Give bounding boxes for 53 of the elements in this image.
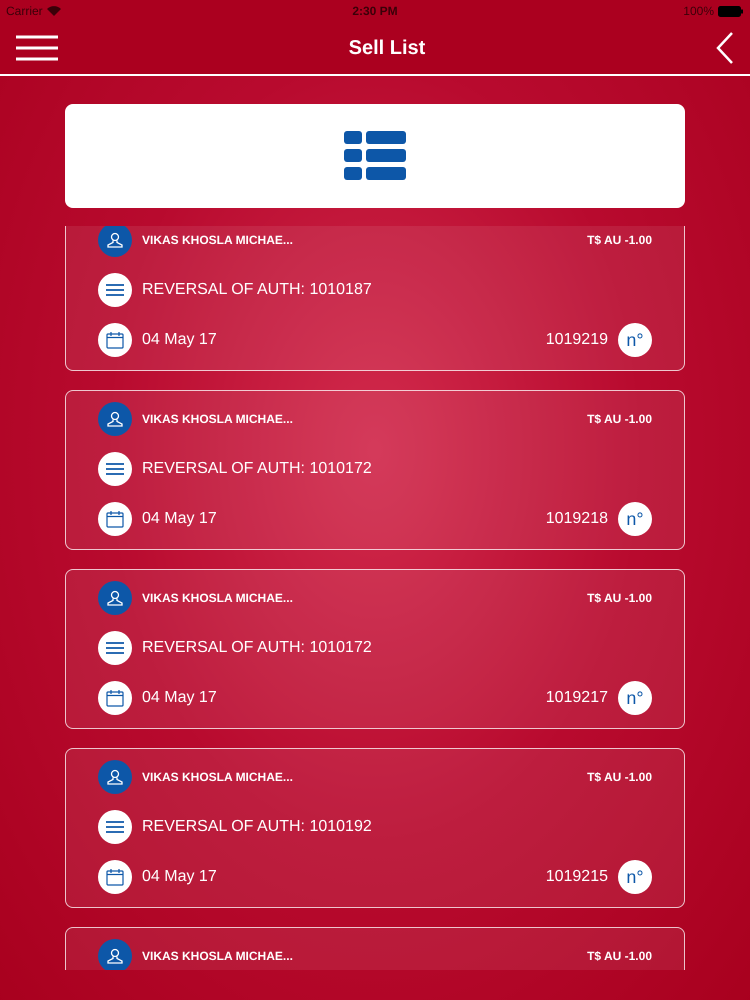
reference-number: 1019217 [546, 689, 608, 707]
description: REVERSAL OF AUTH: 1010192 [142, 818, 373, 836]
lines-icon [98, 631, 132, 665]
description: REVERSAL OF AUTH: 1010172 [142, 460, 373, 478]
lines-icon [98, 810, 132, 844]
carrier: Carrier [6, 4, 43, 18]
person-icon [98, 939, 132, 970]
amount: T$ AU -1.00 [587, 591, 652, 605]
lines-icon [98, 273, 132, 307]
calendar-icon [98, 681, 132, 715]
description: REVERSAL OF AUTH: 1010172 [142, 639, 373, 657]
page-title: Sell List [348, 36, 426, 60]
person-icon [98, 402, 132, 436]
person-icon [98, 226, 132, 257]
lines-icon [98, 452, 132, 486]
number-badge: n° [618, 681, 652, 715]
person-icon [98, 760, 132, 794]
date: 04 May 17 [142, 331, 218, 349]
back-icon[interactable] [716, 32, 734, 64]
number-badge: n° [618, 323, 652, 357]
date: 04 May 17 [142, 510, 218, 528]
description: REVERSAL OF AUTH: 1010187 [142, 281, 373, 299]
battery-level: 100% [683, 4, 714, 18]
transaction-card[interactable]: VIKAS KHOSLA MICHAE... T$ AU -1.00 REVERSAL OF AUTH: 1010172 04 May 17 1019218 n° [65, 390, 685, 550]
calendar-icon [98, 323, 132, 357]
number-badge: n° [618, 860, 652, 894]
customer-name: VIKAS KHOSLA MICHAE... [142, 412, 294, 426]
customer-name: VIKAS KHOSLA MICHAE... [142, 591, 294, 605]
person-icon [98, 581, 132, 615]
menu-icon[interactable] [16, 35, 58, 61]
calendar-icon [98, 860, 132, 894]
wifi-icon [46, 6, 61, 16]
date: 04 May 17 [142, 868, 218, 886]
date: 04 May 17 [142, 689, 218, 707]
reference-number: 1019219 [546, 331, 608, 349]
calendar-icon [98, 502, 132, 536]
amount: T$ AU -1.00 [587, 233, 652, 247]
transaction-card[interactable]: VIKAS KHOSLA MICHAE... T$ AU -1.00 [65, 927, 685, 970]
customer-name: VIKAS KHOSLA MICHAE... [142, 770, 294, 784]
reference-number: 1019215 [546, 868, 608, 886]
transaction-card[interactable]: VIKAS KHOSLA MICHAE... T$ AU -1.00 REVERSAL OF AUTH: 1010172 04 May 17 1019217 n° [65, 569, 685, 729]
number-badge: n° [618, 502, 652, 536]
battery-icon [718, 6, 744, 16]
customer-name: VIKAS KHOSLA MICHAE... [142, 233, 294, 247]
clock: 2:30 PM [351, 4, 399, 18]
transaction-card[interactable]: VIKAS KHOSLA MICHAE... T$ AU -1.00 REVERSAL OF AUTH: 1010187 04 May 17 1019219 n° [65, 226, 685, 371]
amount: T$ AU -1.00 [587, 412, 652, 426]
reference-number: 1019218 [546, 510, 608, 528]
amount: T$ AU -1.00 [587, 770, 652, 784]
customer-name: VIKAS KHOSLA MICHAE... [142, 949, 294, 963]
transaction-card[interactable]: VIKAS KHOSLA MICHAE... T$ AU -1.00 REVERSAL OF AUTH: 1010192 04 May 17 1019215 n° [65, 748, 685, 908]
amount: T$ AU -1.00 [587, 949, 652, 963]
list-icon[interactable] [344, 131, 406, 181]
